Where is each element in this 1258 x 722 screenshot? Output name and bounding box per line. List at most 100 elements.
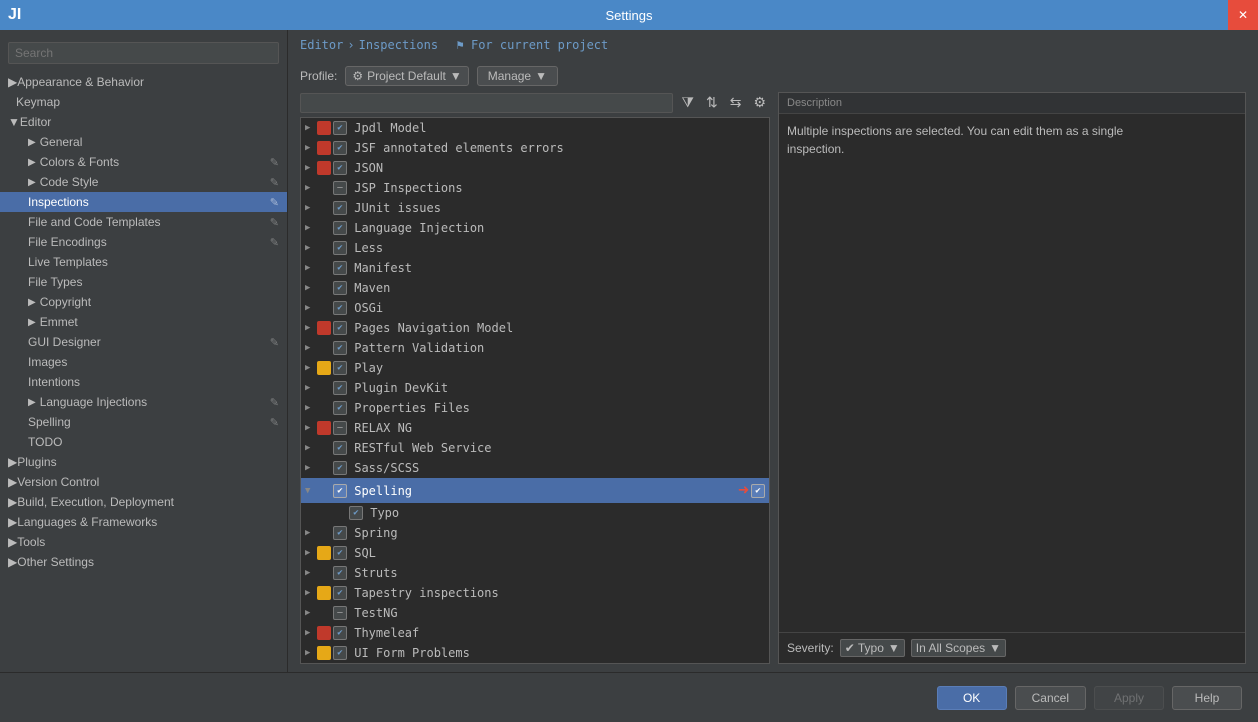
sidebar-item-file-types[interactable]: File Types [0,272,287,292]
checkbox[interactable]: ✔ [333,141,347,155]
sidebar-item-keymap[interactable]: Keymap [0,92,287,112]
checkbox[interactable]: ✔ [333,626,347,640]
checkbox[interactable]: ✔ [333,566,347,580]
sidebar-item-colors-fonts[interactable]: ▶ Colors & Fonts ✎ [0,152,287,172]
inspection-row[interactable]: ▶ ✔ JUnit issues [301,198,769,218]
help-button[interactable]: Help [1172,686,1242,710]
inspection-row[interactable]: ▶ ✔ RESTful Web Service [301,438,769,458]
inspection-row[interactable]: ▶ ✔ Pattern Validation [301,338,769,358]
sidebar-item-file-code-templates[interactable]: File and Code Templates ✎ [0,212,287,232]
sidebar-item-code-style[interactable]: ▶ Code Style ✎ [0,172,287,192]
scope-select[interactable]: In All Scopes ▼ [911,639,1006,657]
inspection-row-spelling[interactable]: ▼ ✔ Spelling ➜ ✔ [301,478,769,503]
checkbox[interactable]: ✔ [333,646,347,660]
inspection-row[interactable]: ▶ ✔ Language Injection [301,218,769,238]
inspection-row[interactable]: ▶ ✔ Tapestry inspections [301,583,769,603]
inspection-search-input[interactable] [300,93,673,113]
inspection-row[interactable]: ▶ — RELAX NG [301,418,769,438]
inspection-row[interactable]: ▶ ✔ UI Form Problems [301,643,769,663]
severity-indicator [317,141,331,155]
settings-button[interactable]: ⚙ [749,92,770,113]
sidebar-item-spelling[interactable]: Spelling ✎ [0,412,287,432]
profile-select[interactable]: ⚙ Project Default ▼ [345,66,468,86]
checkbox[interactable]: ✔ [333,461,347,475]
sidebar-item-version-control[interactable]: ▶ Version Control [0,472,287,492]
checkbox[interactable]: ✔ [333,281,347,295]
sidebar-item-appearance[interactable]: ▶ Appearance & Behavior [0,72,287,92]
inspection-row[interactable]: ▶ ✔ Jpdl Model [301,118,769,138]
checkbox[interactable]: ✔ [333,526,347,540]
filter-button[interactable]: ⧩ [677,92,698,113]
inspection-row[interactable]: ▶ ✔ SQL [301,543,769,563]
checkbox[interactable]: ✔ [333,121,347,135]
checkbox[interactable]: ✔ [333,381,347,395]
checkbox[interactable]: ✔ [333,586,347,600]
inspection-row[interactable]: ▶ ✔ Thymeleaf [301,623,769,643]
inspection-row[interactable]: ▶ — TestNG [301,603,769,623]
cancel-button[interactable]: Cancel [1015,686,1086,710]
sidebar-item-language-injections[interactable]: ▶ Language Injections ✎ [0,392,287,412]
inspection-row[interactable]: ▶ ✔ Properties Files [301,398,769,418]
edit-icon: ✎ [270,196,279,209]
checkbox[interactable]: — [333,181,347,195]
inspection-row[interactable]: ▶ ✔ JSON [301,158,769,178]
sidebar-item-file-encodings[interactable]: File Encodings ✎ [0,232,287,252]
apply-button[interactable]: Apply [1094,686,1164,710]
sidebar-item-plugins[interactable]: ▶ Plugins [0,452,287,472]
severity-select[interactable]: ✔ Typo ▼ [840,639,905,657]
checkbox[interactable]: ✔ [349,506,363,520]
sidebar-item-images[interactable]: Images [0,352,287,372]
checkbox[interactable]: — [333,421,347,435]
checkbox[interactable]: ✔ [333,301,347,315]
checkbox[interactable]: ✔ [333,321,347,335]
inspection-row[interactable]: ▶ ✔ Less [301,238,769,258]
inspection-row[interactable]: ▶ ✔ Pages Navigation Model [301,318,769,338]
sidebar-item-other-settings[interactable]: ▶ Other Settings [0,552,287,572]
sidebar-item-build-execution[interactable]: ▶ Build, Execution, Deployment [0,492,287,512]
sidebar-item-intentions[interactable]: Intentions [0,372,287,392]
sidebar-item-gui-designer[interactable]: GUI Designer ✎ [0,332,287,352]
manage-button[interactable]: Manage ▼ [477,66,558,86]
checkbox[interactable]: ✔ [333,441,347,455]
sort-button-2[interactable]: ⇆ [726,92,746,113]
inspection-list[interactable]: ▶ ✔ Jpdl Model ▶ ✔ JSF annotated element… [300,117,770,664]
inspection-row[interactable]: ▶ ✔ JSF annotated elements errors [301,138,769,158]
sidebar-item-emmet[interactable]: ▶ Emmet [0,312,287,332]
checkbox[interactable]: ✔ [333,361,347,375]
checkbox[interactable]: — [333,606,347,620]
inspection-row[interactable]: ▶ ✔ Struts [301,563,769,583]
sidebar-item-todo[interactable]: TODO [0,432,287,452]
sort-button-1[interactable]: ⇅ [702,92,722,113]
checkbox[interactable]: ✔ [333,484,347,498]
inspection-row[interactable]: ▶ — JSP Inspections [301,178,769,198]
sidebar-item-tools[interactable]: ▶ Tools [0,532,287,552]
checkbox[interactable]: ✔ [333,201,347,215]
inspection-row[interactable]: ▶ ✔ Maven [301,278,769,298]
checkbox[interactable]: ✔ [333,401,347,415]
inspection-row[interactable]: ▶ ✔ Plugin DevKit [301,378,769,398]
inspection-row[interactable]: ▶ ✔ Manifest [301,258,769,278]
checkbox[interactable]: ✔ [333,221,347,235]
inspection-row[interactable]: ▶ ✔ Spring [301,523,769,543]
inspection-row[interactable]: ▶ ✔ OSGi [301,298,769,318]
checkbox[interactable]: ✔ [333,161,347,175]
checkbox[interactable]: ✔ [333,261,347,275]
inspection-row[interactable]: ▶ ✔ Velocity inspections [301,663,769,664]
sidebar-search-input[interactable] [8,42,279,64]
inspection-row[interactable]: ▶ ✔ Sass/SCSS [301,458,769,478]
sidebar-item-general[interactable]: ▶ General [0,132,287,152]
sidebar-item-live-templates[interactable]: Live Templates [0,252,287,272]
inspection-row[interactable]: ▶ ✔ Play [301,358,769,378]
checkbox[interactable]: ✔ [333,241,347,255]
inspection-row-typo[interactable]: ✔ Typo [301,503,769,523]
sidebar-item-copyright[interactable]: ▶ Copyright [0,292,287,312]
manage-label: Manage [488,69,531,83]
checkbox[interactable]: ✔ [333,546,347,560]
ok-button[interactable]: OK [937,686,1007,710]
sidebar-item-inspections[interactable]: Inspections ✎ [0,192,287,212]
checkbox[interactable]: ✔ [333,341,347,355]
sidebar-item-editor[interactable]: ▼ Editor [0,112,287,132]
close-button[interactable]: ✕ [1228,0,1258,30]
sidebar-item-languages-frameworks[interactable]: ▶ Languages & Frameworks [0,512,287,532]
checkbox-right[interactable]: ✔ [751,484,765,498]
